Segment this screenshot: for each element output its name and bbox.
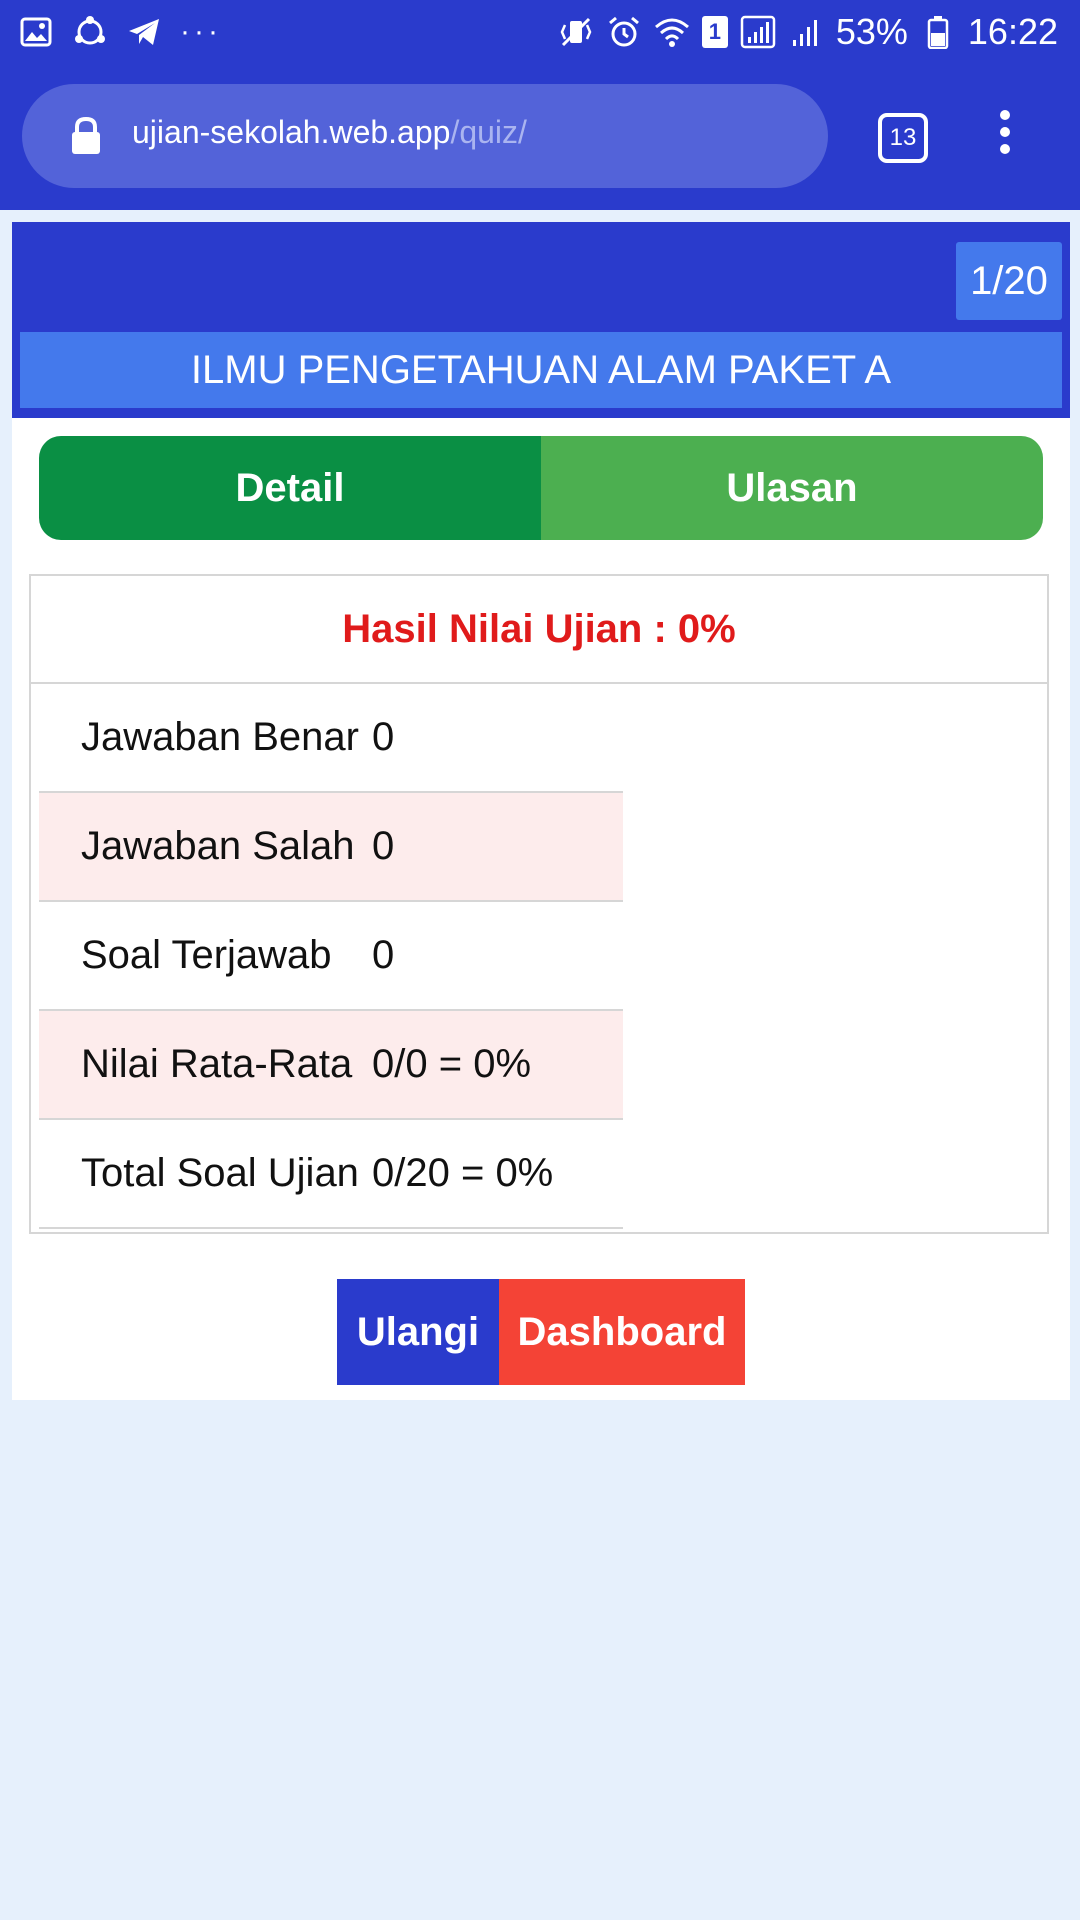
battery-icon	[920, 14, 956, 50]
results-table: Jawaban Benar 0 Jawaban Salah 0 Soal Ter…	[39, 684, 623, 1229]
dot-icon	[1000, 127, 1010, 137]
row-value: 0	[372, 824, 395, 868]
clock: 16:22	[967, 11, 1058, 52]
table-row: Jawaban Salah 0	[39, 793, 623, 902]
wifi-icon	[654, 14, 690, 50]
row-value: 0	[372, 715, 395, 759]
dot-icon	[1000, 144, 1010, 154]
telegram-icon	[126, 14, 162, 50]
status-bar: ··· 1 53% 16:22	[0, 0, 1080, 64]
subject-title: ILMU PENGETAHUAN ALAM PAKET A	[20, 332, 1062, 408]
row-label: Soal Terjawab	[81, 933, 332, 977]
address-bar[interactable]: ujian-sekolah.web.app/quiz/	[22, 84, 828, 188]
sim-slot-badge: 1	[701, 16, 728, 48]
table-row: Total Soal Ujian 0/20 = 0%	[39, 1120, 623, 1229]
row-label: Total Soal Ujian	[81, 1151, 359, 1195]
tab-detail[interactable]: Detail	[39, 436, 541, 540]
row-label: Jawaban Benar	[81, 715, 359, 759]
quiz-header: 1/20 ILMU PENGETAHUAN ALAM PAKET A	[12, 222, 1070, 418]
quiz-result-card: 1/20 ILMU PENGETAHUAN ALAM PAKET A Detai…	[12, 222, 1070, 1400]
retry-button[interactable]: Ulangi	[337, 1279, 499, 1385]
row-label: Jawaban Salah	[81, 824, 355, 868]
question-counter[interactable]: 1/20	[956, 242, 1062, 320]
dashboard-button[interactable]: Dashboard	[499, 1279, 745, 1385]
results-panel: Hasil Nilai Ujian : 0% Jawaban Benar 0 J…	[29, 574, 1049, 1234]
row-value: 0/20 = 0%	[372, 1151, 554, 1195]
row-label: Nilai Rata-Rata	[81, 1042, 353, 1086]
gallery-icon	[18, 14, 54, 50]
url-host: ujian-sekolah.web.app	[132, 114, 451, 150]
table-row: Soal Terjawab 0	[39, 902, 623, 1011]
notification-icons: ···	[18, 10, 222, 54]
vibrate-icon	[558, 14, 594, 50]
table-row: Jawaban Benar 0	[39, 684, 623, 793]
row-value: 0	[372, 933, 395, 977]
row-value: 0/0 = 0%	[372, 1042, 532, 1086]
table-row: Nilai Rata-Rata 0/0 = 0%	[39, 1011, 623, 1120]
browser-menu-button[interactable]	[990, 110, 1020, 160]
system-icons: 1 53% 16:22	[558, 10, 1058, 54]
signal-2-icon	[788, 14, 824, 50]
signal-icon	[740, 14, 776, 50]
battery-percent: 53%	[835, 11, 908, 52]
alarm-icon	[606, 14, 642, 50]
lock-icon	[68, 116, 104, 156]
browser-toolbar: ujian-sekolah.web.app/quiz/ 13	[0, 64, 1080, 210]
result-actions: Ulangi Dashboard	[337, 1279, 745, 1385]
tab-ulasan[interactable]: Ulasan	[541, 436, 1043, 540]
result-score-title: Hasil Nilai Ujian : 0%	[31, 576, 1047, 684]
dot-icon	[1000, 110, 1010, 120]
sync-icon	[72, 14, 108, 50]
tab-switcher-button[interactable]: 13	[878, 113, 928, 163]
result-tabs: Detail Ulasan	[39, 436, 1043, 540]
url-path: /quiz/	[450, 114, 527, 150]
more-notifications-icon: ···	[180, 15, 222, 48]
url-text: ujian-sekolah.web.app/quiz/	[132, 114, 527, 151]
